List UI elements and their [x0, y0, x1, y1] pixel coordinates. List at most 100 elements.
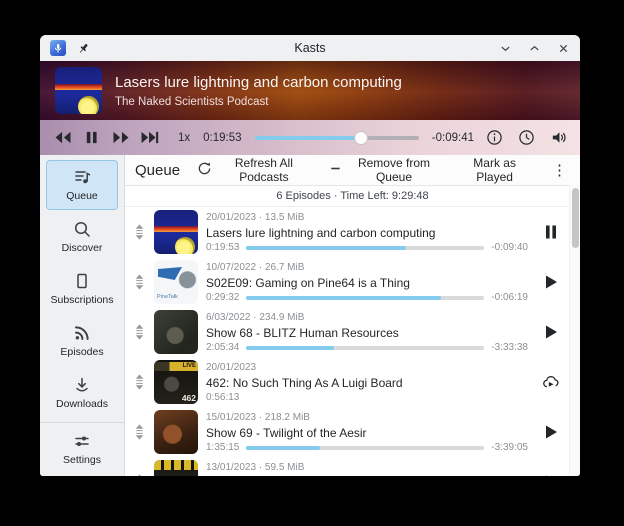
episode-row[interactable]: 15/01/2023 · 218.2 MiB Show 69 - Twiligh…: [125, 407, 568, 457]
mark-as-played-button[interactable]: Mark as Played: [457, 154, 532, 186]
pause-button[interactable]: [79, 126, 104, 150]
episode-title: S02E09: Gaming on Pine64 is a Thing: [206, 275, 410, 290]
episode-info: 15/01/2023 · 218.2 MiB Show 69 - Twiligh…: [206, 411, 528, 454]
seek-slider[interactable]: [254, 130, 419, 145]
play-episode-button[interactable]: [536, 424, 566, 440]
now-playing-podcast: The Naked Scientists Podcast: [115, 95, 269, 108]
skip-next-button[interactable]: [137, 126, 162, 150]
drag-handle-icon[interactable]: [132, 324, 146, 340]
episode-row[interactable]: 10/07/2022 · 26.7 MiB S02E09: Gaming on …: [125, 257, 568, 307]
fast-forward-button[interactable]: [108, 126, 133, 150]
stream-episode-button[interactable]: [536, 374, 566, 390]
close-button[interactable]: [556, 41, 570, 55]
scrollbar-track[interactable]: [569, 185, 580, 476]
episode-info-button[interactable]: [482, 126, 506, 150]
sidebar-item-icon-slot: [72, 323, 92, 343]
refresh-label: Refresh All Podcasts: [234, 156, 293, 184]
pause-icon: [546, 225, 556, 239]
play-episode-button[interactable]: [536, 474, 566, 476]
sleep-timer-button[interactable]: [514, 126, 538, 150]
titlebar-left: [50, 40, 160, 56]
episode-meta: 6/03/2022 · 234.9 MiB: [206, 311, 305, 323]
episode-row[interactable]: 6/03/2022 · 234.9 MiB Show 68 - BLITZ Hu…: [125, 307, 568, 357]
episode-remaining: -0:06:19: [491, 292, 528, 303]
sidebar: Queue Discover Subscriptions Episodes Do…: [40, 155, 125, 476]
sidebar-item-label: Subscriptions: [50, 294, 114, 306]
drag-handle-icon[interactable]: [132, 374, 146, 390]
episode-info: 6/03/2022 · 234.9 MiB Show 68 - BLITZ Hu…: [206, 311, 528, 354]
episode-progress: 1:35:15 -3:39:05: [206, 442, 528, 453]
sidebar-item-subscriptions[interactable]: Subscriptions: [46, 264, 118, 314]
episode-info: 20/01/2023 462: No Such Thing As A Luigi…: [206, 362, 528, 404]
pause-episode-button[interactable]: [536, 224, 566, 240]
scrollbar-thumb[interactable]: [572, 188, 579, 248]
episode-progress-bar[interactable]: [246, 445, 485, 450]
drag-handle-icon[interactable]: [132, 424, 146, 440]
desktop-background: Kasts Lasers lure lightning and carbon c…: [0, 0, 624, 526]
play-episode-button[interactable]: [536, 274, 566, 290]
episode-progress-bar[interactable]: [246, 245, 485, 250]
episode-row[interactable]: 13/01/2023 · 59.5 MiB 461: No Such Thing…: [125, 457, 568, 476]
episode-remaining: -0:09:40: [491, 242, 528, 253]
play-episode-button[interactable]: [536, 324, 566, 340]
sliders-icon: [75, 436, 89, 446]
episode-list: 20/01/2023 · 13.5 MiB Lasers lure lightn…: [125, 207, 580, 476]
sidebar-nav: Queue Discover Subscriptions Episodes Do…: [40, 159, 124, 420]
rewind-button[interactable]: [50, 126, 75, 150]
drag-handle-icon[interactable]: [132, 274, 146, 290]
maximize-button[interactable]: [527, 41, 541, 55]
episode-row[interactable]: 20/01/2023 · 13.5 MiB Lasers lure lightn…: [125, 207, 568, 257]
playlist-icon: [75, 171, 91, 184]
refresh-all-podcasts-button[interactable]: Refresh All Podcasts: [195, 154, 312, 186]
episode-progress: 0:56:13: [206, 392, 528, 403]
minimize-button[interactable]: [498, 41, 512, 55]
episode-progress: 0:29:32 -0:06:19: [206, 292, 528, 303]
player-progress-handle[interactable]: [354, 130, 369, 145]
sidebar-item-episodes[interactable]: Episodes: [46, 316, 118, 366]
play-icon: [546, 275, 557, 289]
episode-progress: 0:19:53 -0:09:40: [206, 242, 528, 253]
volume-button[interactable]: [546, 126, 570, 150]
episode-progress-bar[interactable]: [246, 345, 485, 350]
episode-meta: 10/07/2022 · 26.7 MiB: [206, 261, 305, 273]
queue-toolbar: Queue Refresh All Podcasts Remove from Q…: [125, 155, 580, 186]
episode-artwork: [154, 410, 198, 454]
titlebar-right: [460, 41, 570, 55]
minus-icon: [329, 162, 342, 178]
episode-meta: 20/01/2023 · 13.5 MiB: [206, 211, 305, 223]
sidebar-divider: [40, 422, 124, 423]
drag-handle-icon[interactable]: [132, 474, 146, 476]
episode-meta: 15/01/2023 · 218.2 MiB: [206, 411, 310, 423]
episode-position: 0:29:32: [206, 292, 240, 303]
kasts-window: Kasts Lasers lure lightning and carbon c…: [40, 35, 580, 476]
main-content: Queue Refresh All Podcasts Remove from Q…: [125, 155, 580, 476]
pin-icon[interactable]: [76, 41, 90, 55]
remove-from-queue-button[interactable]: Remove from Queue: [327, 154, 443, 186]
episode-progress-fill: [246, 245, 406, 250]
overflow-menu-button[interactable]: ⋮: [547, 163, 572, 178]
sidebar-item-label: Settings: [63, 454, 101, 466]
window-body: Queue Discover Subscriptions Episodes Do…: [40, 155, 580, 476]
episode-position: 0:56:13: [206, 392, 240, 403]
episode-title: Lasers lure lightning and carbon computi…: [206, 225, 436, 240]
episode-progress-bar[interactable]: [246, 295, 485, 300]
play-icon: [546, 325, 557, 339]
playback-rate[interactable]: 1x: [178, 132, 190, 144]
mark-played-label: Mark as Played: [473, 156, 516, 184]
episode-progress-fill: [246, 345, 335, 350]
bookmark-icon: [77, 273, 87, 289]
sidebar-item-queue[interactable]: Queue: [46, 160, 118, 210]
episode-meta: 13/01/2023 · 59.5 MiB: [206, 461, 305, 473]
app-icon[interactable]: [50, 40, 66, 56]
sidebar-item-downloads[interactable]: Downloads: [46, 368, 118, 418]
titlebar[interactable]: Kasts: [40, 35, 580, 61]
episode-row[interactable]: 20/01/2023 462: No Such Thing As A Luigi…: [125, 357, 568, 407]
cloud-play-icon: [543, 376, 559, 388]
sidebar-item-settings[interactable]: Settings: [46, 424, 118, 474]
episode-remaining: -3:39:05: [491, 442, 528, 453]
now-playing-header[interactable]: Lasers lure lightning and carbon computi…: [40, 61, 580, 120]
episode-artwork: [154, 460, 198, 476]
sidebar-item-discover[interactable]: Discover: [46, 212, 118, 262]
drag-handle-icon[interactable]: [132, 224, 146, 240]
episode-artwork: [154, 360, 198, 404]
